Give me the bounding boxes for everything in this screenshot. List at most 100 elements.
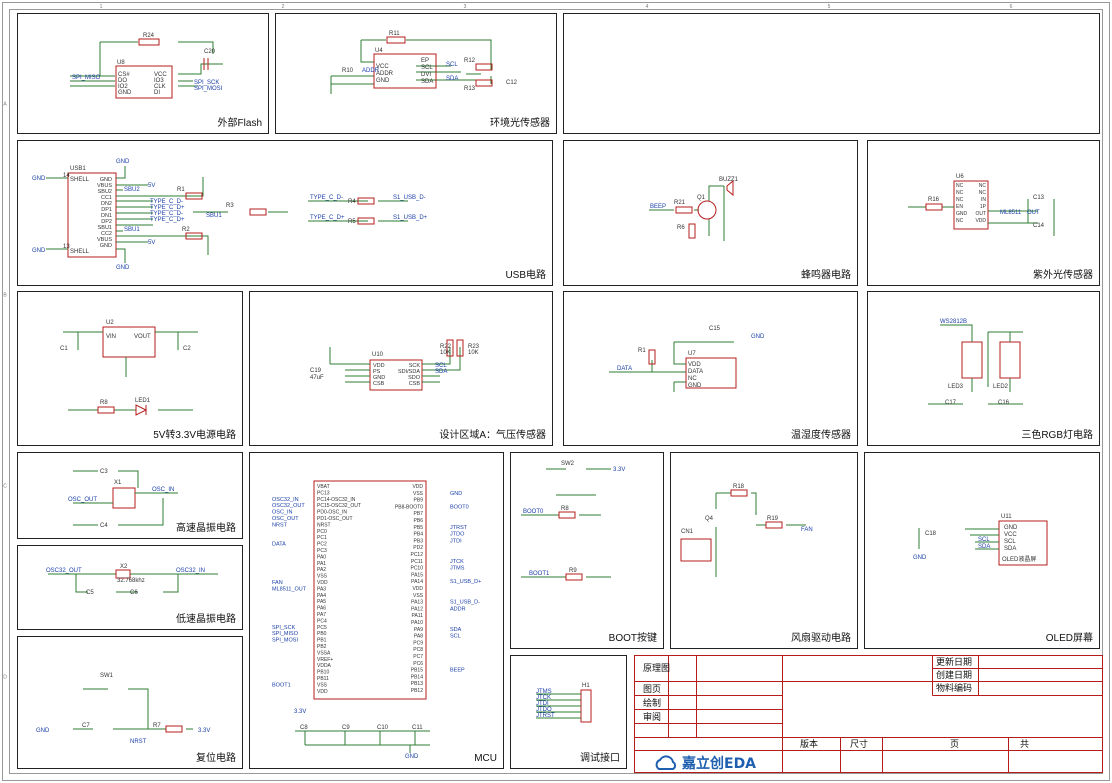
lse-part: X2 bbox=[120, 564, 128, 570]
net-data: DATA bbox=[617, 366, 632, 372]
block-buzzer: BUZZ1 Q1 R21 R6 BEEP 蜂鸣器电路 bbox=[563, 140, 858, 286]
flash-r: R24 bbox=[143, 33, 155, 39]
flash-pin: DI bbox=[154, 90, 160, 96]
fan-part: CN1 bbox=[681, 529, 694, 535]
temp-pin: DATA bbox=[688, 369, 703, 375]
hse-part: X1 bbox=[114, 480, 122, 486]
mcu-pin: VDD bbox=[412, 484, 423, 490]
mcu-net-right: BEEP bbox=[450, 668, 465, 674]
mcu-net-right: JTDO bbox=[450, 532, 465, 538]
mcu-net-left: FAN bbox=[272, 580, 283, 586]
oled-part: C18 bbox=[925, 531, 937, 537]
uv-pin: NC bbox=[979, 190, 987, 196]
temp-part: C15 bbox=[709, 326, 721, 332]
net-spi-miso: SPI_MISO bbox=[72, 75, 101, 81]
light-part: R11 bbox=[389, 31, 400, 37]
buzzer-part: BUZZ1 bbox=[719, 177, 739, 183]
boot-part: SW2 bbox=[561, 461, 575, 467]
mcu-pin: PA1 bbox=[317, 561, 326, 567]
mcu-cap: C9 bbox=[342, 725, 350, 731]
reset-part: R7 bbox=[153, 723, 161, 729]
net-tcd-out: TYPE_C_D- bbox=[310, 195, 343, 201]
pressure-part: C19 bbox=[310, 368, 322, 374]
mcu-pin: VSS bbox=[413, 593, 424, 599]
block-title: 5V转3.3V电源电路 bbox=[153, 430, 236, 441]
net-gnd: GND bbox=[32, 248, 46, 254]
hse-part: C4 bbox=[100, 523, 108, 529]
power-pin: VOUT bbox=[134, 334, 151, 340]
mcu-pin: PA14 bbox=[411, 579, 423, 585]
usb-ref: USB1 bbox=[70, 166, 86, 172]
border-col-label: 1 bbox=[100, 4, 103, 10]
uv-ref: U6 bbox=[956, 174, 964, 180]
net-ml8511: ML8511 bbox=[1000, 210, 1022, 216]
mcu-net-right: BOOT0 bbox=[450, 504, 469, 510]
net-sda: SDA bbox=[446, 76, 458, 82]
mcu-pin: PC15-OSC32_OUT bbox=[317, 503, 361, 509]
net-gnd: GND bbox=[751, 334, 765, 340]
uv-pin: NC bbox=[956, 197, 964, 203]
usb-part: R2 bbox=[182, 227, 190, 233]
mcu-pin: VREF+ bbox=[317, 657, 333, 663]
block-light: U4 R11 R10 R12 R13 C12 VCC ADDR GND EP S… bbox=[275, 13, 557, 134]
net-osc-out: OSC_OUT bbox=[68, 497, 97, 503]
mcu-pin: PC0 bbox=[317, 529, 327, 535]
uv-pin: IN bbox=[981, 197, 986, 203]
usb-pin-num: 13 bbox=[63, 244, 70, 250]
oled-circuit: U11 C18 GND VCC SCL SDA OLED液晶屏 GND SCL … bbox=[913, 514, 1048, 566]
oled-pin: GND bbox=[1004, 525, 1018, 531]
net-s1-usb: S1_USB_D- bbox=[393, 195, 426, 201]
mcu-pin: PC13 bbox=[317, 490, 330, 496]
net-addr: ADDR bbox=[362, 68, 380, 74]
block-title: BOOT按键 bbox=[608, 633, 657, 644]
pressure-circuit: U10 C19 47uF R22 R23 10K 10K VDDPSGNDCSB… bbox=[310, 339, 480, 391]
pressure-ref: U10 bbox=[372, 352, 384, 358]
mcu-pin: PC3 bbox=[317, 548, 327, 554]
mcu-pin: PB4 bbox=[414, 532, 424, 538]
block-title: 三色RGB灯电路 bbox=[1021, 430, 1093, 441]
mcu-net-left: DATA bbox=[272, 542, 286, 548]
uv-part: C14 bbox=[1033, 223, 1045, 229]
cloud-icon bbox=[655, 755, 677, 770]
block-title: 调试接口 bbox=[580, 753, 620, 764]
light-pin: DVI bbox=[421, 72, 431, 78]
mcu-net-left: OSC_IN bbox=[272, 510, 293, 516]
jlc-logo: 嘉立创EDA bbox=[654, 753, 756, 773]
oled-pin: SDA bbox=[1004, 546, 1016, 552]
mcu-pin: PA5 bbox=[317, 599, 326, 605]
light-pin: SDA bbox=[421, 79, 433, 85]
block-oled: U11 C18 GND VCC SCL SDA OLED液晶屏 GND SCL … bbox=[864, 452, 1100, 649]
block-pressure: U10 C19 47uF R22 R23 10K 10K VDD PS GND CSB… bbox=[249, 291, 553, 446]
temp-pin: NC bbox=[688, 376, 697, 382]
mcu-pin: PC2 bbox=[317, 542, 327, 548]
mcu-pin: PB1 bbox=[317, 638, 327, 644]
block-mcu: VBAT PC13 PC14-OSC32_IN PC15-OSC32_OUT PD0-O… bbox=[249, 452, 504, 769]
lse-part: C5 bbox=[86, 590, 94, 596]
mcu-net-right: JTMS bbox=[450, 566, 465, 572]
net-gnd: GND bbox=[32, 176, 46, 182]
mcu-net-left: BOOT1 bbox=[272, 682, 291, 688]
mcu-pin: PC1 bbox=[317, 535, 327, 541]
net-sda: SDA bbox=[435, 369, 447, 375]
mcu-net-left: NRST bbox=[272, 522, 288, 528]
uv-pin: NC bbox=[956, 183, 964, 189]
mcu-pin: PC11 bbox=[411, 559, 423, 565]
mcu-pin: PB6 bbox=[414, 518, 424, 524]
border-col-label: 3 bbox=[464, 4, 467, 10]
temp-circuit: U7 R1 C15 VDD DATA NC GND DATA GND bbox=[609, 326, 765, 392]
fan-part: Q4 bbox=[705, 516, 714, 522]
power-circuit: U2 VIN VOUT C1 C2 R8 LED1 bbox=[60, 320, 198, 416]
uv-pin: VDD bbox=[975, 218, 986, 224]
mcu-pin: PB8-BOOT0 bbox=[395, 504, 423, 510]
mcu-pin: PA10 bbox=[411, 620, 423, 626]
temp-pin: GND bbox=[688, 383, 702, 389]
border-col-label: 4 bbox=[646, 4, 649, 10]
mcu-pin: PA11 bbox=[412, 613, 424, 619]
rgb-circuit: LED3 LED2 C17 C16 WS2812B bbox=[928, 319, 1023, 406]
uv-pin: OUT bbox=[975, 211, 986, 217]
rgb-part: LED2 bbox=[993, 384, 1009, 390]
fan-part: R18 bbox=[733, 484, 745, 490]
block-usb: USB1 SHELL SHELL 14 13 R1 R3 R2 R4 R5 GN… bbox=[17, 140, 553, 286]
mcu-pin: PA2 bbox=[317, 567, 326, 573]
mcu-cap: C8 bbox=[300, 725, 308, 731]
